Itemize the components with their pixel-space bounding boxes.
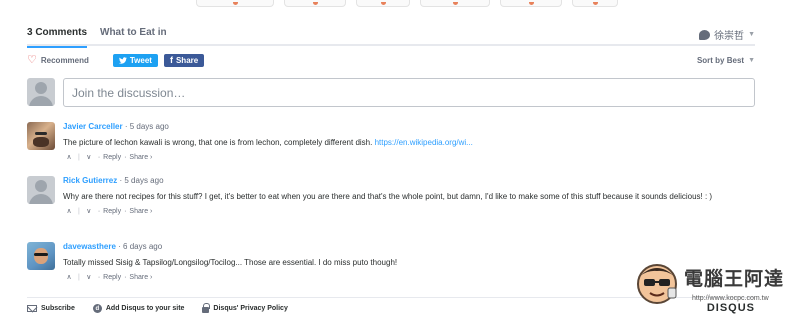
top-tab-strip bbox=[196, 0, 618, 7]
share-button[interactable]: Share › bbox=[129, 208, 152, 215]
comment-time[interactable]: 6 days ago bbox=[123, 242, 162, 251]
top-strip-tab[interactable] bbox=[284, 0, 346, 7]
avatar[interactable] bbox=[27, 242, 55, 270]
comment-link[interactable]: https://en.wikipedia.org/wi... bbox=[375, 138, 473, 147]
tab-site[interactable]: What to Eat in bbox=[100, 27, 167, 38]
top-strip-tab[interactable] bbox=[572, 0, 618, 7]
mascot-face-icon bbox=[637, 264, 677, 304]
comment-actions: ∧ | ∨ · Reply · Share › bbox=[63, 207, 755, 216]
reply-button[interactable]: Reply bbox=[103, 274, 121, 281]
comment-time[interactable]: 5 days ago bbox=[130, 122, 169, 131]
upvote-icon[interactable]: ∧ bbox=[63, 153, 75, 161]
watermark-title: 電腦王阿達 bbox=[684, 268, 785, 290]
privacy-label: Disqus' Privacy Policy bbox=[213, 305, 288, 312]
heart-icon: ♡ bbox=[27, 53, 37, 66]
subscribe-label: Subscribe bbox=[41, 305, 75, 312]
lock-icon bbox=[202, 303, 211, 313]
comment-author[interactable]: Rick Gutierrez bbox=[63, 176, 117, 185]
upvote-icon[interactable]: ∧ bbox=[63, 207, 75, 215]
twitter-bird-icon bbox=[118, 56, 127, 64]
thread-actions: ♡ Recommend Tweet f Share Sort by Best ▼ bbox=[27, 53, 755, 67]
facebook-share-button[interactable]: f Share bbox=[163, 53, 205, 67]
recommend-label: Recommend bbox=[40, 55, 89, 65]
tweet-label: Tweet bbox=[129, 55, 152, 65]
sort-label: Sort by Best bbox=[696, 55, 745, 65]
user-name: 徐崇哲 bbox=[714, 31, 745, 42]
comment-actions: ∧ | ∨ · Reply · Share › bbox=[63, 153, 755, 162]
privacy-policy-link[interactable]: Disqus' Privacy Policy bbox=[202, 303, 288, 313]
comments-nav: 3 Comments What to Eat in 徐崇哲 ▼ bbox=[27, 22, 755, 48]
avatar bbox=[27, 78, 55, 106]
downvote-icon[interactable]: ∨ bbox=[83, 273, 95, 281]
avatar[interactable] bbox=[27, 176, 55, 204]
comment-author[interactable]: davewasthere bbox=[63, 242, 116, 251]
subscribe-link[interactable]: Subscribe bbox=[27, 305, 75, 312]
downvote-icon[interactable]: ∨ bbox=[83, 153, 95, 161]
share-label: Share bbox=[175, 55, 199, 65]
comment-meta: Rick Gutierrez · 5 days ago bbox=[63, 176, 164, 185]
top-strip-tab[interactable] bbox=[356, 0, 410, 7]
discussion-input[interactable]: Join the discussion… bbox=[63, 78, 755, 107]
top-strip-tab[interactable] bbox=[196, 0, 274, 7]
top-strip-tab[interactable] bbox=[420, 0, 490, 7]
add-disqus-label: Add Disqus to your site bbox=[105, 305, 185, 312]
tab-comments[interactable]: 3 Comments bbox=[27, 27, 88, 48]
envelope-icon bbox=[27, 305, 37, 312]
comment-composer: Join the discussion… bbox=[27, 78, 755, 108]
comment-author[interactable]: Javier Carceller bbox=[63, 122, 123, 131]
reply-button[interactable]: Reply bbox=[103, 154, 121, 161]
comment-text: The picture of lechon kawali is wrong, t… bbox=[63, 138, 473, 147]
avatar[interactable] bbox=[27, 122, 55, 150]
top-strip-tab[interactable] bbox=[500, 0, 562, 7]
downvote-icon[interactable]: ∨ bbox=[83, 207, 95, 215]
disqus-brand[interactable]: DISQUS bbox=[707, 302, 755, 314]
comment-text: Why are there not recipes for this stuff… bbox=[63, 192, 713, 201]
upvote-icon[interactable]: ∧ bbox=[63, 273, 75, 281]
sort-dropdown[interactable]: Sort by Best ▼ bbox=[697, 56, 755, 65]
disqus-logo-icon: d bbox=[92, 304, 102, 313]
chevron-down-icon: ▼ bbox=[748, 56, 755, 64]
watermark-url: http://www.kocpc.com.tw bbox=[692, 295, 769, 302]
recommend-button[interactable]: ♡ Recommend bbox=[27, 53, 89, 66]
reply-button[interactable]: Reply bbox=[103, 208, 121, 215]
comment-time[interactable]: 5 days ago bbox=[124, 176, 163, 185]
comment-meta: Javier Carceller · 5 days ago bbox=[63, 122, 169, 131]
comment-meta: davewasthere · 6 days ago bbox=[63, 242, 163, 251]
facebook-icon: f bbox=[169, 55, 173, 65]
speech-bubble-icon bbox=[699, 29, 711, 40]
tweet-button[interactable]: Tweet bbox=[112, 53, 158, 67]
share-button[interactable]: Share › bbox=[129, 154, 152, 161]
chevron-down-icon: ▼ bbox=[748, 31, 755, 38]
add-disqus-link[interactable]: d Add Disqus to your site bbox=[92, 304, 185, 313]
user-menu[interactable]: 徐崇哲 ▼ bbox=[699, 27, 755, 42]
share-button[interactable]: Share › bbox=[129, 274, 152, 281]
